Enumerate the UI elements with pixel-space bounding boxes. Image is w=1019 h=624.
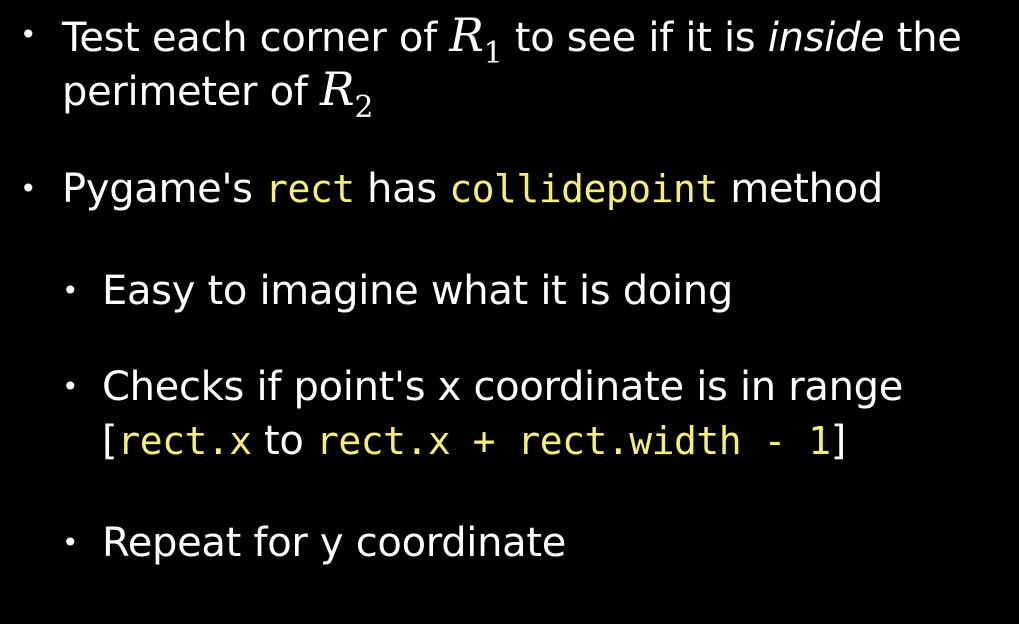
text: the — [884, 15, 962, 61]
sub-bullet-2-line-2: [rect.x to rect.x + rect.width - 1] — [102, 414, 846, 468]
text: to — [251, 418, 316, 464]
slide: • Test each corner of R1 to see if it is… — [0, 0, 1019, 624]
bullet-marker: • — [20, 18, 37, 51]
text: Test each corner of — [62, 15, 450, 61]
text: has — [354, 166, 450, 212]
math-variable-r1: R1 — [449, 8, 503, 71]
emphasis-text: inside — [767, 15, 885, 61]
bullet-1-line-1: Test each corner of R1 to see if it is i… — [62, 8, 962, 71]
code-rect: rect — [265, 167, 355, 211]
text: Repeat for y coordinate — [102, 520, 567, 566]
text: Checks if point's x coordinate is in ran… — [102, 364, 904, 410]
close-bracket: ] — [830, 418, 847, 464]
sub-bullet-1-line: Easy to imagine what it is doing — [102, 264, 733, 318]
code-rect-x: rect.x — [117, 419, 252, 463]
text: perimeter of — [62, 69, 320, 115]
text: Pygame's — [62, 166, 266, 212]
bullet-marker: • — [20, 172, 37, 205]
open-bracket: [ — [102, 418, 118, 464]
code-collidepoint: collidepoint — [449, 167, 718, 211]
sub-bullet-3-line: Repeat for y coordinate — [102, 516, 566, 570]
bullet-1-line-2: perimeter of R2 — [62, 62, 374, 125]
code-rect-x-plus-width: rect.x + rect.width - 1 — [315, 419, 831, 463]
bullet-2-line: Pygame's rect has collidepoint method — [62, 162, 883, 216]
text: method — [717, 166, 883, 212]
sub-bullet-marker: • — [62, 526, 79, 559]
text: to see if it is — [502, 15, 768, 61]
sub-bullet-marker: • — [62, 274, 79, 307]
math-variable-r2: R2 — [319, 62, 374, 125]
sub-bullet-marker: • — [62, 370, 79, 403]
text: Easy to imagine what it is doing — [102, 268, 733, 314]
sub-bullet-2-line-1: Checks if point's x coordinate is in ran… — [102, 360, 903, 414]
